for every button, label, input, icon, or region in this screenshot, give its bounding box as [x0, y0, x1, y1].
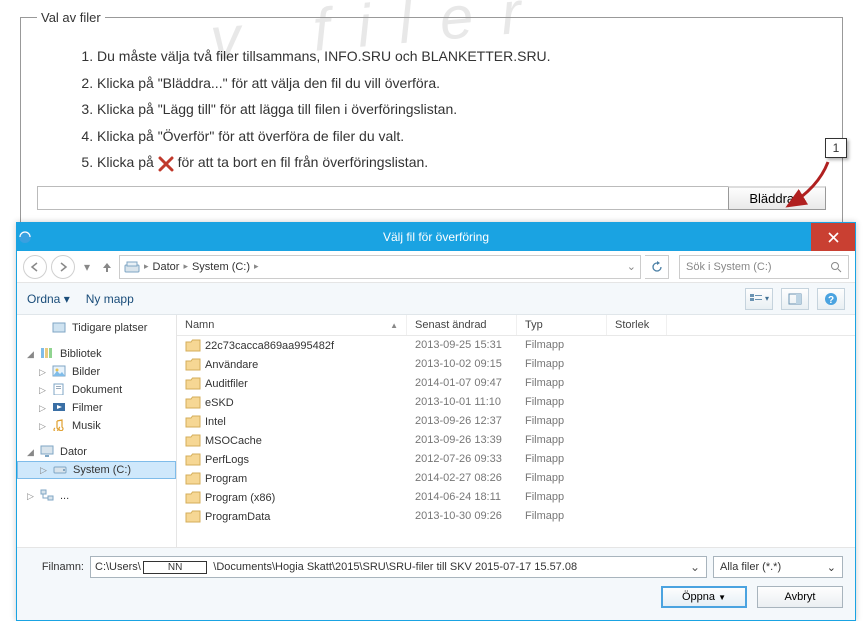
instruction-1: Du måste välja två filer tillsammans, IN… [97, 43, 826, 70]
chevron-down-icon: ⌄ [827, 561, 836, 574]
file-open-dialog: Välj fil för överföring ▾ ▸ Dator ▸ Syst… [16, 222, 856, 621]
tree-network[interactable]: ▷... [17, 487, 176, 505]
arrow-left-icon [30, 262, 40, 272]
preview-pane-button[interactable] [781, 288, 809, 310]
breadcrumb-systemc[interactable]: System (C:) [192, 261, 250, 273]
tree-libraries[interactable]: ◢Bibliotek [17, 345, 176, 363]
instruction-2: Klicka på "Bläddra..." för att välja den… [97, 70, 826, 97]
filename-placeholder-nn: NN [143, 561, 207, 574]
instruction-5: Klicka på för att ta bort en fil från öv… [97, 149, 826, 176]
folder-icon [185, 472, 201, 485]
list-item[interactable]: eSKD2013-10-01 11:10Filmapp [177, 393, 855, 412]
arrow-right-icon [58, 262, 68, 272]
legend: Val av filer [37, 10, 105, 25]
list-item[interactable]: MSOCache2013-09-26 13:39Filmapp [177, 431, 855, 450]
computer-icon [40, 445, 56, 459]
folder-icon [185, 396, 201, 409]
tree-computer[interactable]: ◢Dator [17, 443, 176, 461]
search-icon [830, 261, 842, 273]
instruction-list: Du måste välja två filer tillsammans, IN… [57, 43, 826, 176]
history-dropdown[interactable]: ▾ [79, 255, 95, 279]
breadcrumb-dropdown[interactable]: ⌄ [627, 260, 636, 273]
navigation-tree[interactable]: Tidigare platser ◢Bibliotek ▷Bilder ▷Dok… [17, 315, 177, 547]
instruction-4: Klicka på "Överför" för att överföra de … [97, 123, 826, 150]
folder-icon [185, 415, 201, 428]
list-item[interactable]: PerfLogs2012-07-26 09:33Filmapp [177, 450, 855, 469]
forward-button[interactable] [51, 255, 75, 279]
tree-system-c[interactable]: ▷System (C:) [17, 461, 176, 479]
tree-documents[interactable]: ▷Dokument [17, 381, 176, 399]
svg-text:?: ? [828, 295, 834, 306]
recent-icon [52, 321, 68, 335]
search-placeholder: Sök i System (C:) [686, 261, 772, 273]
drive-icon [124, 260, 140, 274]
sort-asc-icon: ▲ [390, 321, 398, 330]
tree-recent-places[interactable]: Tidigare platser [17, 319, 176, 337]
list-item[interactable]: Auditfiler2014-01-07 09:47Filmapp [177, 374, 855, 393]
list-item[interactable]: Program2014-02-27 08:26Filmapp [177, 469, 855, 488]
folder-icon [185, 358, 201, 371]
back-button[interactable] [23, 255, 47, 279]
new-folder-button[interactable]: Ny mapp [86, 292, 134, 306]
library-icon [40, 347, 56, 361]
file-list[interactable]: Namn▲ Senast ändrad Typ Storlek 22c73cac… [177, 315, 855, 547]
list-item[interactable]: ProgramData2013-10-30 09:26Filmapp [177, 507, 855, 526]
instruction-3: Klicka på "Lägg till" för att lägga till… [97, 96, 826, 123]
help-button[interactable]: ? [817, 288, 845, 310]
dialog-titlebar[interactable]: Välj fil för överföring [17, 223, 855, 251]
breadcrumb-computer[interactable]: Dator [153, 261, 180, 273]
up-button[interactable] [99, 255, 115, 279]
list-item[interactable]: 22c73cacca869aa995482f2013-09-25 15:31Fi… [177, 336, 855, 355]
music-icon [52, 419, 68, 433]
close-icon [828, 232, 839, 243]
column-date[interactable]: Senast ändrad [407, 315, 517, 335]
folder-icon [185, 377, 201, 390]
tree-pictures[interactable]: ▷Bilder [17, 363, 176, 381]
drive-c-icon [53, 463, 69, 477]
view-options-button[interactable]: ▾ [745, 288, 773, 310]
cancel-button[interactable]: Avbryt [757, 586, 843, 608]
filename-input[interactable]: C:\Users\NN\Documents\Hogia Skatt\2015\S… [90, 556, 707, 578]
search-input[interactable]: Sök i System (C:) [679, 255, 849, 279]
tree-videos[interactable]: ▷Filmer [17, 399, 176, 417]
folder-icon [185, 434, 201, 447]
list-item[interactable]: Intel2013-09-26 12:37Filmapp [177, 412, 855, 431]
folder-icon [185, 491, 201, 504]
callout-1: 1 [825, 138, 847, 158]
videos-icon [52, 401, 68, 415]
tree-music[interactable]: ▷Musik [17, 417, 176, 435]
preview-pane-icon [788, 293, 802, 305]
folder-icon [185, 510, 201, 523]
list-item[interactable]: Användare2013-10-02 09:15Filmapp [177, 355, 855, 374]
folder-icon [185, 453, 201, 466]
arrow-1-icon [778, 158, 838, 214]
arrow-up-icon [101, 261, 113, 273]
folder-icon [185, 339, 201, 352]
chevron-down-icon[interactable]: ⌄ [684, 560, 706, 574]
column-size[interactable]: Storlek [607, 315, 667, 335]
selected-file-path [37, 186, 728, 210]
dialog-title: Välj fil för överföring [17, 230, 855, 244]
close-button[interactable] [811, 223, 855, 251]
refresh-button[interactable] [645, 255, 669, 279]
delete-x-icon [158, 156, 174, 172]
filename-label: Filnamn: [29, 561, 84, 573]
file-selection-group: Val av filer Du måste välja två filer ti… [20, 10, 843, 227]
pictures-icon [52, 365, 68, 379]
refresh-icon [651, 261, 663, 273]
list-item[interactable]: Program (x86)2014-06-24 18:11Filmapp [177, 488, 855, 507]
network-icon [40, 489, 56, 503]
column-type[interactable]: Typ [517, 315, 607, 335]
breadcrumb[interactable]: ▸ Dator ▸ System (C:) ▸ ⌄ [119, 255, 641, 279]
view-list-icon [749, 293, 763, 305]
organize-menu[interactable]: Ordna ▾ [27, 292, 70, 306]
help-icon: ? [824, 292, 838, 306]
column-name[interactable]: Namn▲ [177, 315, 407, 335]
file-type-filter[interactable]: Alla filer (*.*)⌄ [713, 556, 843, 578]
documents-icon [52, 383, 68, 397]
open-button[interactable]: Öppna ▼ [661, 586, 747, 608]
